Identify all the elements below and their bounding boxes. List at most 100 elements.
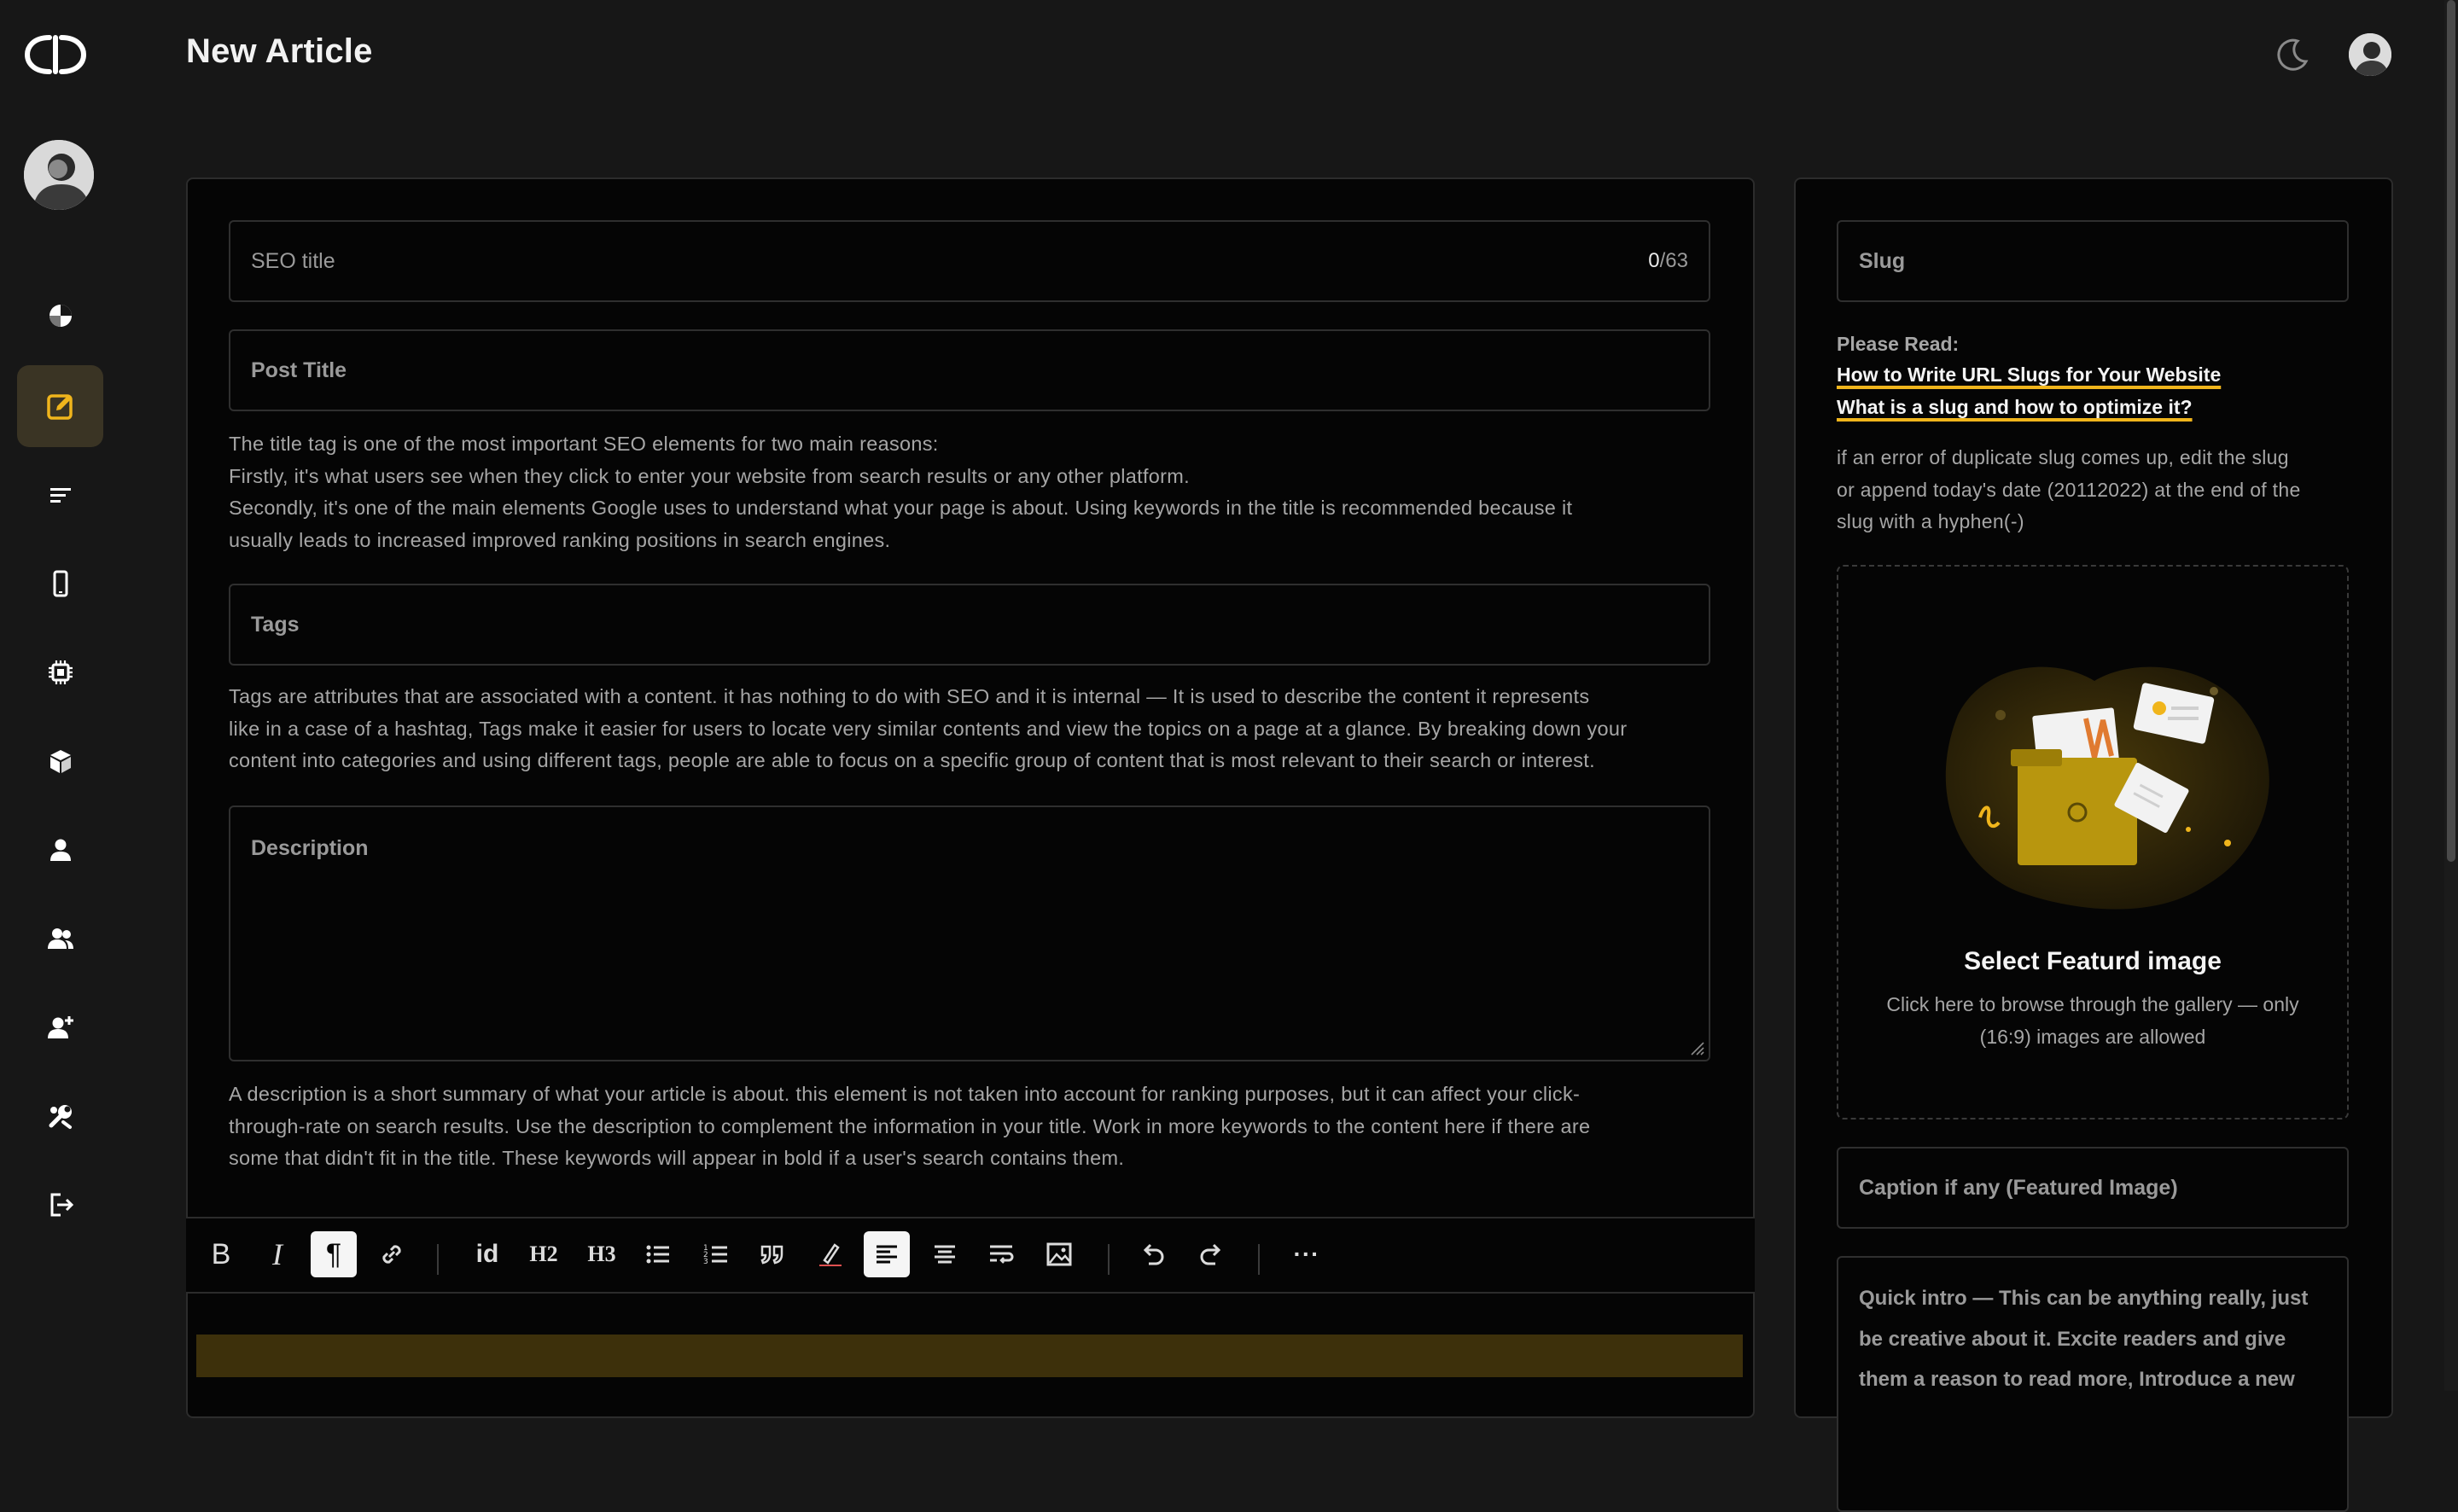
logout-icon	[50, 1193, 73, 1217]
sidebar-item-profile[interactable]	[17, 809, 103, 891]
sidebar	[0, 0, 116, 1391]
help-line: Tags are attributes that are associated …	[229, 685, 1590, 707]
logo-icon[interactable]	[24, 32, 87, 77]
ordered-list-button[interactable]: 123	[693, 1231, 739, 1277]
bullet-list-button[interactable]	[635, 1231, 681, 1277]
slug-input[interactable]: Slug	[1837, 220, 2349, 302]
h2-label: H2	[529, 1242, 558, 1266]
caption-input[interactable]: Caption if any (Featured Image)	[1837, 1147, 2349, 1229]
more-label: ···	[1293, 1241, 1320, 1267]
h2-button[interactable]: H2	[521, 1231, 567, 1277]
sidebar-item-logout[interactable]	[17, 1164, 103, 1246]
chip-icon	[48, 660, 73, 684]
slug-placeholder: Slug	[1859, 249, 1906, 273]
sidebar-item-moderation[interactable]	[17, 1075, 103, 1157]
highlight-button[interactable]	[807, 1231, 853, 1277]
description-help-text: A description is a short summary of what…	[229, 1079, 1590, 1175]
help-line: content into categories and using differ…	[229, 749, 1595, 771]
users-icon	[47, 928, 73, 949]
moon-icon[interactable]	[2274, 36, 2311, 73]
slug-optimize-link[interactable]: What is a slug and how to optimize it?	[1837, 396, 2193, 419]
svg-text:3: 3	[703, 1258, 708, 1266]
link-button[interactable]	[369, 1231, 415, 1277]
seo-title-counter: 0/63	[1648, 249, 1688, 273]
italic-label: I	[272, 1237, 282, 1271]
h3-button[interactable]: H3	[579, 1231, 625, 1277]
align-center-icon	[935, 1245, 955, 1264]
list-icon	[50, 488, 71, 503]
help-line: usually leads to increased improved rank…	[229, 528, 891, 551]
undo-icon	[1143, 1243, 1164, 1265]
sidebar-item-dashboard[interactable]	[17, 275, 103, 357]
featured-image-title: Select Featurd image	[1964, 947, 2222, 975]
help-line: Secondly, it's one of the main elements …	[229, 497, 1573, 519]
user-icon	[50, 839, 71, 861]
bold-label: B	[211, 1237, 231, 1271]
sidebar-item-packages[interactable]	[17, 720, 103, 802]
featured-image-dropzone[interactable]: Select Featurd image Click here to brows…	[1837, 565, 2349, 1119]
editor-content-area[interactable]	[196, 1335, 1743, 1377]
redo-button[interactable]	[1188, 1231, 1234, 1277]
sidebar-item-team[interactable]	[17, 898, 103, 980]
url-slugs-guide-link[interactable]: How to Write URL Slugs for Your Website	[1837, 363, 2221, 387]
sidebar-item-add-user[interactable]	[17, 986, 103, 1068]
seo-title-input[interactable]: SEO title 0/63	[229, 220, 1710, 302]
help-line: The title tag is one of the most importa…	[229, 433, 939, 455]
redo-icon	[1200, 1243, 1221, 1265]
post-title-input[interactable]: Post Title	[229, 329, 1710, 411]
id-label: id	[475, 1240, 499, 1268]
toolbar-separator	[1108, 1244, 1110, 1275]
text-wrap-button[interactable]	[978, 1231, 1024, 1277]
sidebar-item-new-article[interactable]	[17, 365, 103, 447]
more-options-button[interactable]: ···	[1284, 1231, 1330, 1277]
help-line: slug with a hyphen(-)	[1837, 510, 2024, 532]
cube-icon	[50, 750, 71, 773]
seo-title-count: 0	[1648, 249, 1660, 272]
sidebar-item-chip[interactable]	[17, 631, 103, 713]
help-line: or append today's date (20112022) at the…	[1837, 478, 2301, 501]
subtitle-line: (16:9) images are allowed	[1979, 1026, 2206, 1048]
bold-button[interactable]: B	[198, 1231, 244, 1277]
post-title-placeholder: Post Title	[251, 358, 347, 382]
sidebar-item-articles[interactable]	[17, 454, 103, 536]
description-textarea[interactable]: Description	[229, 805, 1710, 1061]
editor-toolbar: B I ¶ id H2 H3 123 ···	[186, 1217, 1755, 1294]
description-placeholder: Description	[251, 836, 369, 860]
blockquote-button[interactable]	[749, 1231, 795, 1277]
user-avatar[interactable]	[2349, 33, 2391, 76]
subtitle-line: Click here to browse through the gallery…	[1886, 993, 2299, 1015]
toolbar-separator	[1258, 1244, 1260, 1275]
sidebar-item-mobile[interactable]	[17, 543, 103, 625]
tags-input[interactable]: Tags	[229, 584, 1710, 666]
help-line: A description is a short summary of what…	[229, 1083, 1581, 1105]
resize-grip-icon[interactable]	[1686, 1038, 1705, 1056]
page-title: New Article	[186, 32, 373, 70]
align-center-button[interactable]	[922, 1231, 968, 1277]
tags-placeholder: Tags	[251, 613, 300, 637]
scrollbar-thumb[interactable]	[2447, 0, 2455, 862]
wrap-icon	[990, 1245, 1014, 1264]
seo-title-placeholder: SEO title	[251, 249, 335, 273]
ordered-list-icon: 123	[703, 1244, 727, 1266]
h3-label: H3	[587, 1242, 616, 1266]
help-line: some that didn't fit in the title. These…	[229, 1147, 1125, 1169]
align-left-button[interactable]	[864, 1231, 910, 1277]
quick-intro-textarea[interactable]: Quick intro — This can be anything reall…	[1837, 1256, 2349, 1512]
folder-illustration-icon	[1945, 666, 2269, 910]
bullet-list-icon	[646, 1245, 669, 1264]
help-line: like in a case of a hashtag, Tags make i…	[229, 717, 1628, 740]
seo-title-max: /63	[1659, 249, 1688, 272]
undo-button[interactable]	[1130, 1231, 1176, 1277]
sidebar-avatar[interactable]	[24, 140, 94, 210]
italic-button[interactable]: I	[254, 1231, 300, 1277]
marker-icon	[819, 1243, 842, 1266]
toolbar-separator	[437, 1244, 439, 1275]
slug-help-text: if an error of duplicate slug comes up, …	[1837, 442, 2301, 538]
quote-icon	[760, 1245, 783, 1265]
help-line: if an error of duplicate slug comes up, …	[1837, 446, 2289, 468]
user-plus-icon	[47, 1016, 73, 1038]
id-button[interactable]: id	[464, 1231, 510, 1277]
image-button[interactable]	[1036, 1231, 1082, 1277]
paragraph-button[interactable]: ¶	[311, 1231, 357, 1277]
please-read-label: Please Read:	[1837, 333, 1960, 355]
